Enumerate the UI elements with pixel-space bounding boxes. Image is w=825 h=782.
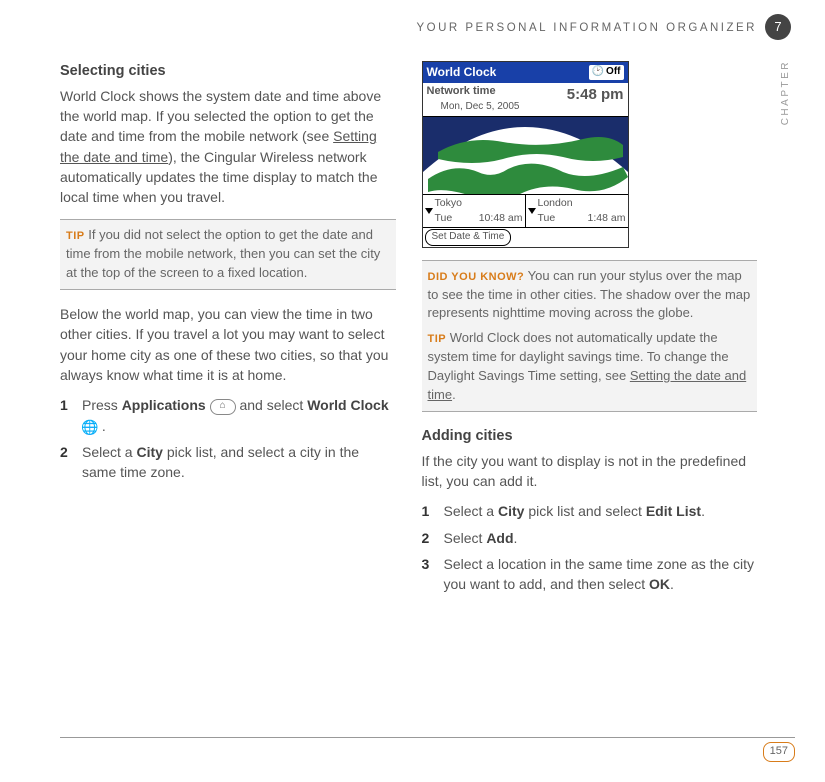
step-text: Select Add.	[444, 528, 758, 548]
device-set-date-button: Set Date & Time	[425, 229, 512, 246]
left-column: Selecting cities World Clock shows the s…	[60, 61, 396, 601]
step-number: 1	[60, 395, 82, 436]
device-title: World Clock	[427, 64, 497, 81]
para-adding: If the city you want to display is not i…	[422, 451, 758, 492]
list-item: 1 Press Applications ⌂ and select World …	[60, 395, 396, 436]
world-clock-icon: 🌐	[82, 419, 98, 435]
page: YOUR PERSONAL INFORMATION ORGANIZER 7 CH…	[0, 0, 825, 782]
list-item: 3 Select a location in the same time zon…	[422, 554, 758, 595]
chevron-down-icon	[528, 208, 536, 214]
device-city-1: Tokyo Tue10:48 am	[423, 194, 525, 227]
device-alarm-toggle: 🕑Off	[589, 65, 624, 80]
applications-icon: ⌂	[210, 399, 236, 415]
tip-text: If you did not select the option to get …	[66, 227, 380, 280]
step-number: 1	[422, 501, 444, 521]
heading-selecting-cities: Selecting cities	[60, 61, 396, 82]
running-head: YOUR PERSONAL INFORMATION ORGANIZER	[60, 20, 757, 37]
device-network-label: Network time	[427, 84, 520, 100]
tip-box-1: TIP If you did not select the option to …	[60, 219, 396, 290]
chevron-down-icon	[425, 208, 433, 214]
step-number: 3	[422, 554, 444, 595]
page-number: 157	[763, 742, 795, 762]
step-number: 2	[422, 528, 444, 548]
para-selecting-2: Below the world map, you can view the ti…	[60, 304, 396, 385]
chapter-badge: 7	[765, 14, 791, 40]
list-item: 2 Select Add.	[422, 528, 758, 548]
world-clock-screenshot: World Clock 🕑Off Network time Mon, Dec 5…	[422, 61, 629, 248]
device-city-2: London Tue1:48 am	[525, 194, 628, 227]
right-column: World Clock 🕑Off Network time Mon, Dec 5…	[422, 61, 758, 601]
step-number: 2	[60, 442, 82, 483]
step-text: Press Applications ⌂ and select World Cl…	[82, 395, 396, 436]
list-item: 1 Select a City pick list and select Edi…	[422, 501, 758, 521]
list-item: 2 Select a City pick list, and select a …	[60, 442, 396, 483]
tip-box-2: DID YOU KNOW? You can run your stylus ov…	[422, 260, 758, 412]
device-world-map	[423, 117, 628, 194]
tip-text: World Clock does not automatically updat…	[428, 330, 747, 402]
page-footer: 157	[60, 737, 795, 762]
chapter-side-label: CHAPTER	[779, 60, 794, 125]
device-date: Mon, Dec 5, 2005	[427, 100, 520, 115]
step-text: Select a City pick list, and select a ci…	[82, 442, 396, 483]
did-you-know-label: DID YOU KNOW?	[428, 271, 525, 283]
step-text: Select a location in the same time zone …	[444, 554, 758, 595]
step-text: Select a City pick list and select Edit …	[444, 501, 758, 521]
para-selecting-1: World Clock shows the system date and ti…	[60, 86, 396, 208]
steps-adding: 1 Select a City pick list and select Edi…	[422, 501, 758, 594]
tip-label: TIP	[66, 230, 85, 242]
device-time: 5:48 pm	[567, 84, 624, 114]
heading-adding-cities: Adding cities	[422, 426, 758, 447]
tip-label: TIP	[428, 333, 447, 345]
steps-selecting: 1 Press Applications ⌂ and select World …	[60, 395, 396, 482]
